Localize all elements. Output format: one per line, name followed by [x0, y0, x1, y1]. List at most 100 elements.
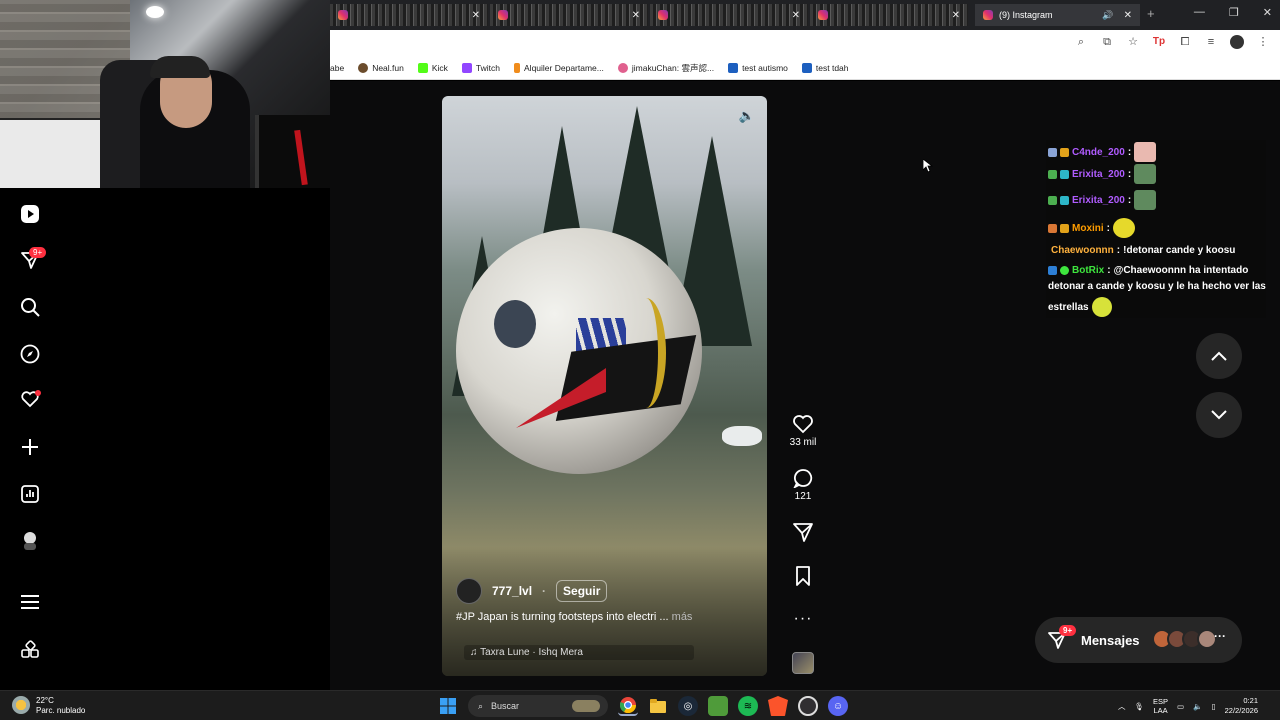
extensions-icon[interactable]: ⧠ — [1178, 35, 1192, 49]
close-icon[interactable]: ✕ — [952, 10, 960, 21]
close-icon[interactable]: ✕ — [792, 10, 800, 21]
minimize-icon[interactable]: — — [1194, 6, 1205, 19]
chat-line: Moxini: — [1048, 218, 1136, 238]
bookmark-favicon — [728, 62, 739, 73]
reels-icon[interactable] — [19, 203, 41, 225]
bookmark[interactable]: Twitch — [461, 62, 500, 73]
new-tab-icon[interactable]: + — [1147, 6, 1155, 21]
bookmark[interactable]: Neal.fun — [358, 62, 404, 73]
close-icon[interactable]: ✕ — [472, 10, 480, 21]
display-icon[interactable]: ▭ — [1177, 702, 1184, 711]
reel-video[interactable]: 🔈 777_lvl · Seguir #JP Japan is turning … — [442, 96, 767, 676]
messages-badge: 9+ — [1059, 625, 1077, 636]
webcam-cap — [150, 56, 210, 78]
discord-icon[interactable]: ☺ — [828, 696, 848, 716]
badge-icon — [1060, 169, 1069, 179]
location-icon — [514, 62, 521, 73]
more-apps-icon[interactable] — [19, 639, 41, 661]
close-icon[interactable]: ✕ — [1124, 10, 1132, 21]
media-icon[interactable]: ≡ — [1204, 35, 1218, 49]
menu-icon[interactable] — [19, 591, 41, 613]
comment-button[interactable]: 121 — [786, 468, 820, 502]
notifications-icon[interactable] — [19, 388, 41, 410]
audio-thumbnail[interactable] — [792, 652, 814, 674]
language-indicator[interactable]: ESP LAA — [1153, 697, 1168, 715]
bookmark[interactable]: Alquiler Departame... — [514, 62, 604, 73]
more-link[interactable]: más — [672, 611, 693, 623]
chat-line: detonar a cande y koosu y le ha hecho ve… — [1048, 281, 1266, 292]
sound-icon[interactable]: 🔈 — [739, 108, 755, 124]
emote-icon — [1134, 142, 1157, 162]
chevron-up-icon[interactable]: ︿ — [1118, 701, 1126, 712]
zoom-icon[interactable]: ⌕ — [1074, 35, 1088, 49]
weather-icon — [12, 696, 30, 714]
clock-date: 22/2/2026 — [1224, 706, 1258, 715]
profile-avatar[interactable] — [1230, 35, 1244, 49]
menu-icon[interactable]: ⋮ — [1256, 35, 1270, 49]
search-icon[interactable] — [19, 296, 41, 318]
spotify-icon[interactable]: ≋ — [738, 696, 758, 716]
author-name[interactable]: 777_lvl — [492, 584, 532, 598]
star-icon[interactable]: ☆ — [1126, 35, 1140, 49]
restore-icon[interactable]: ❐ — [1229, 6, 1239, 19]
reel-caption: #JP Japan is turning footsteps into elec… — [456, 611, 756, 623]
system-tray: ︿ 🎙 ESP LAA ▭ 🔈 ▯ 0:21 22/2/2026 — [1118, 696, 1258, 716]
direct-messages-icon[interactable]: 9+ — [19, 247, 47, 271]
like-count: 33 mil — [789, 437, 817, 448]
scrollbar[interactable] — [1272, 85, 1278, 685]
bookmark[interactable]: jimakuChan: 雲声認... — [617, 62, 714, 74]
explore-icon[interactable] — [19, 343, 41, 365]
install-icon[interactable]: ⧉ — [1100, 35, 1114, 49]
taskbar-search[interactable]: ⌕ Buscar — [468, 695, 608, 717]
extension-tp-icon[interactable]: Tp — [1152, 35, 1166, 49]
volume-icon[interactable]: 🔈 — [1193, 702, 1202, 711]
brave-icon[interactable] — [768, 696, 788, 716]
dashboard-icon[interactable] — [19, 483, 41, 505]
close-icon[interactable]: ✕ — [632, 10, 640, 21]
messages-button[interactable]: 9+ Mensajes ··· — [1035, 617, 1242, 663]
reel-music[interactable]: ♫ Taxra Lune · Ishq Mera — [464, 645, 694, 660]
create-icon[interactable] — [19, 436, 41, 458]
address-toolbar[interactable]: ⌕ ⧉ ☆ Tp ⧠ ≡ ⋮ — [330, 30, 1280, 56]
obs-icon[interactable] — [798, 696, 818, 716]
bookmark[interactable]: test tdah — [801, 62, 849, 73]
chat-message: estrellas — [1048, 301, 1089, 313]
profile-avatar-icon[interactable] — [19, 530, 41, 552]
chrome-icon[interactable] — [618, 696, 638, 716]
tab-strip: ✕ ✕ ✕ ✕ (9) Instagram 🔊 ✕ + — ❐ ✕ — [330, 0, 1280, 30]
next-reel-button[interactable] — [1196, 392, 1242, 438]
twitch-icon — [461, 62, 472, 73]
minecraft-icon[interactable] — [708, 696, 728, 716]
bookmark[interactable]: test autismo — [728, 62, 788, 73]
author-avatar[interactable] — [456, 578, 482, 604]
like-button[interactable]: 33 mil — [786, 414, 820, 448]
save-button[interactable] — [786, 566, 820, 589]
weather-widget[interactable]: 22°C Parc. nublado — [12, 696, 85, 716]
browser-tab[interactable]: ✕ — [810, 4, 968, 26]
share-button[interactable] — [786, 522, 820, 545]
browser-tab[interactable]: ✕ — [490, 4, 648, 26]
chat-username: Moxini — [1072, 222, 1104, 234]
mouse-cursor — [923, 159, 933, 173]
windows-taskbar: 22°C Parc. nublado ⌕ Buscar ◎ ≋ ☺ ︿ 🎙 ES… — [0, 690, 1280, 720]
browser-tab[interactable]: ✕ — [650, 4, 808, 26]
browser-tab[interactable]: ✕ — [330, 4, 488, 26]
steam-icon[interactable]: ◎ — [678, 696, 698, 716]
follow-button[interactable]: Seguir — [556, 580, 608, 602]
previous-reel-button[interactable] — [1196, 333, 1242, 379]
file-explorer-icon[interactable] — [648, 696, 668, 716]
chat-line: BotRix: @Chaewoonnn ha intentado — [1048, 265, 1248, 276]
more-icon[interactable]: ··· — [1214, 629, 1226, 643]
clock[interactable]: 0:21 22/2/2026 — [1225, 696, 1258, 716]
more-options-icon[interactable]: ··· — [786, 610, 820, 628]
bookmark[interactable]: Kick — [417, 62, 448, 73]
bookmark[interactable]: abe — [330, 63, 344, 73]
close-window-icon[interactable]: ✕ — [1263, 6, 1272, 19]
browser-tab-active[interactable]: (9) Instagram 🔊 ✕ — [975, 4, 1140, 26]
windows-start-icon[interactable] — [438, 696, 458, 716]
speaker-icon[interactable]: 🔊 — [1102, 10, 1113, 21]
chat-message: !detonar cande y koosu — [1123, 245, 1236, 256]
battery-icon[interactable]: ▯ — [1211, 702, 1215, 711]
instagram-icon — [818, 10, 828, 20]
microphone-icon[interactable]: 🎙 — [1135, 702, 1145, 711]
